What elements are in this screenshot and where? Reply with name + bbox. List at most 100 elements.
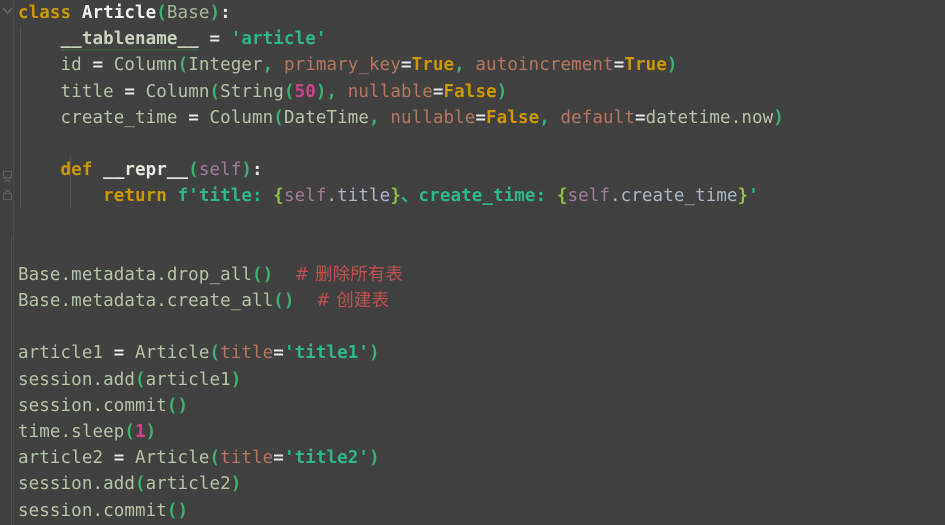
code-line[interactable]: session.commit() — [14, 498, 945, 524]
code-line[interactable]: session.commit() — [14, 393, 945, 419]
code-line[interactable]: return f'title: {self.title}、create_time… — [14, 183, 945, 209]
code-token: } — [737, 186, 749, 207]
code-token: article1 — [18, 343, 104, 364]
code-token: = — [113, 448, 125, 469]
code-token: Article — [135, 448, 210, 469]
code-token: () — [166, 395, 189, 416]
fold-chevron-down-icon[interactable] — [0, 0, 14, 23]
code-line[interactable] — [14, 236, 945, 262]
code-line[interactable] — [14, 131, 945, 157]
code-token: , — [326, 81, 338, 102]
code-token: 、create_time: — [400, 186, 557, 207]
code-token: .create_time — [610, 186, 738, 207]
code-token: ) — [773, 107, 784, 128]
code-token: } — [390, 186, 401, 207]
code-token: { — [273, 186, 284, 207]
code-line[interactable]: __tablename__ = 'article' — [14, 26, 945, 52]
code-token: ( — [273, 107, 284, 128]
code-line[interactable]: session.add(article2) — [14, 471, 945, 497]
code-token: , — [369, 107, 380, 128]
code-token: True — [411, 55, 455, 76]
code-line[interactable]: id = Column(Integer, primary_key=True, a… — [14, 52, 945, 78]
code-token: () — [273, 291, 295, 312]
code-token: Column — [113, 55, 178, 76]
code-line[interactable]: title = Column(String(50), nullable=Fals… — [14, 79, 945, 105]
code-token: nullable — [347, 81, 433, 102]
code-line[interactable]: class Article(Base): — [14, 0, 945, 26]
code-token: ) — [230, 369, 242, 390]
code-token: primary_key — [283, 55, 401, 76]
code-line[interactable]: article1 = Article(title='title1') — [14, 340, 945, 366]
code-token: ) — [369, 448, 380, 469]
code-token: = — [209, 29, 221, 50]
code-editor[interactable]: class Article(Base): __tablename__ = 'ar… — [0, 0, 945, 525]
code-line[interactable]: Base.metadata.drop_all() # 删除所有表 — [14, 262, 945, 288]
code-token: datetime.now — [645, 107, 774, 128]
code-token: ) — [666, 55, 678, 76]
code-token: Base — [166, 3, 210, 23]
code-token: ( — [209, 343, 221, 364]
indent-guide-left-edge — [11, 236, 12, 525]
code-token: DateTime — [283, 107, 370, 128]
code-token: 1 — [135, 422, 146, 442]
code-token: f'title: — [177, 186, 274, 207]
code-token: article2 — [18, 448, 104, 469]
fold-handle-icon-lower[interactable] — [0, 184, 14, 207]
code-lines: class Article(Base): __tablename__ = 'ar… — [14, 0, 945, 524]
code-line[interactable]: def __repr__(self): — [14, 157, 945, 183]
indent-guide-level-1 — [20, 26, 21, 209]
code-token: Base.metadata.drop_all — [18, 264, 252, 285]
code-token: ' — [748, 186, 759, 207]
code-token: ( — [283, 81, 295, 102]
code-token: session.add — [18, 474, 135, 495]
code-token: ( — [188, 160, 199, 181]
code-token: , — [539, 107, 550, 128]
code-token: # 创建表 — [315, 291, 390, 312]
code-line[interactable]: Base.metadata.create_all() # 创建表 — [14, 288, 945, 314]
code-token: article2 — [145, 474, 231, 495]
code-token: article1 — [145, 369, 231, 390]
code-token: = — [634, 107, 646, 128]
code-token: False — [443, 81, 497, 102]
code-token: session.commit — [18, 395, 167, 416]
code-token: autoincrement — [475, 55, 614, 76]
code-line[interactable]: session.add(article1) — [14, 367, 945, 393]
code-token: Base.metadata.create_all — [18, 291, 274, 312]
code-token: () — [166, 500, 189, 521]
code-token: { — [556, 186, 568, 207]
code-surface[interactable]: class Article(Base): __tablename__ = 'ar… — [11, 0, 945, 525]
code-token: ) — [241, 160, 253, 181]
code-token: ) — [145, 422, 157, 442]
code-token: 'article' — [230, 29, 327, 50]
code-line[interactable]: create_time = Column(DateTime, nullable=… — [14, 105, 945, 131]
code-line[interactable]: article2 = Article(title='title2') — [14, 445, 945, 471]
code-token: ( — [209, 448, 221, 469]
code-line[interactable]: time.sleep(1) — [14, 419, 945, 445]
code-token: 'title1' — [283, 343, 370, 364]
code-token: self — [567, 186, 611, 207]
code-token: ( — [156, 3, 167, 23]
code-line[interactable] — [14, 210, 945, 236]
code-token: Article — [81, 3, 157, 23]
code-token: = — [273, 343, 284, 364]
code-token: Article — [135, 343, 210, 364]
code-token: = — [432, 81, 444, 102]
code-token: class — [18, 3, 72, 23]
code-line[interactable] — [14, 314, 945, 340]
